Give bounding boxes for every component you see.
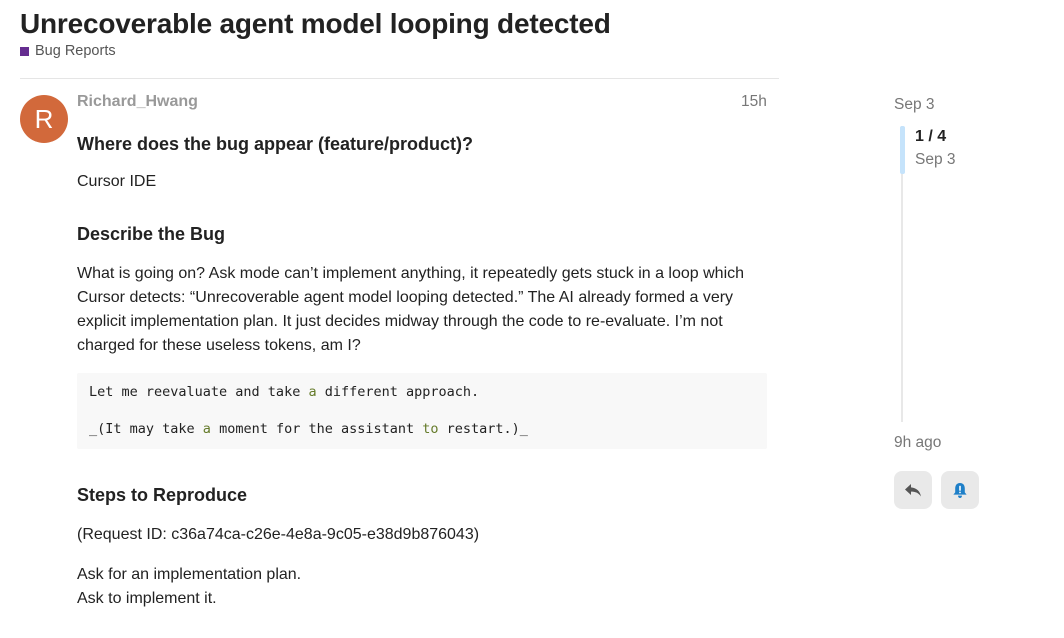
notification-button[interactable]	[941, 471, 979, 509]
post-username[interactable]: Richard_Hwang	[77, 93, 198, 111]
code-block: Let me reevaluate and take a different a…	[77, 373, 767, 449]
heading-steps: Steps to Reproduce	[77, 485, 248, 505]
timeline-handle[interactable]	[900, 126, 905, 174]
heading-describe: Describe the Bug	[77, 224, 226, 244]
post-body: Where does the bug appear (feature/produ…	[77, 130, 767, 611]
reply-icon	[905, 484, 921, 497]
steps-list: Ask for an implementation plan. Ask to i…	[77, 563, 767, 611]
bell-alert-icon	[953, 482, 967, 498]
title-divider	[20, 78, 779, 79]
timeline-start-date[interactable]: Sep 3	[894, 96, 935, 114]
reply-button[interactable]	[894, 471, 932, 509]
post-age[interactable]: 15h	[741, 93, 767, 111]
where-answer: Cursor IDE	[77, 173, 157, 190]
code-line-1: Let me reevaluate and take a different a…	[89, 384, 480, 400]
timeline-position: 1 / 4	[915, 128, 947, 145]
code-line-2: _(It may take a moment for the assistant…	[89, 421, 528, 437]
avatar[interactable]: R	[20, 95, 68, 143]
step-1: Ask for an implementation plan.	[77, 566, 302, 583]
bug-description: What is going on? Ask mode can’t impleme…	[77, 265, 745, 354]
category-color-swatch	[20, 46, 29, 56]
category-badge[interactable]: Bug Reports	[20, 43, 116, 59]
timeline-position-date: Sep 3	[915, 151, 956, 168]
step-2: Ask to implement it.	[77, 590, 217, 607]
category-name: Bug Reports	[35, 43, 116, 59]
heading-where: Where does the bug appear (feature/produ…	[77, 134, 474, 154]
timeline-end-date[interactable]: 9h ago	[894, 434, 941, 452]
request-id: (Request ID: c36a74ca-c26e-4e8a-9c05-e38…	[77, 526, 480, 543]
topic-title: Unrecoverable agent model looping detect…	[20, 8, 611, 39]
